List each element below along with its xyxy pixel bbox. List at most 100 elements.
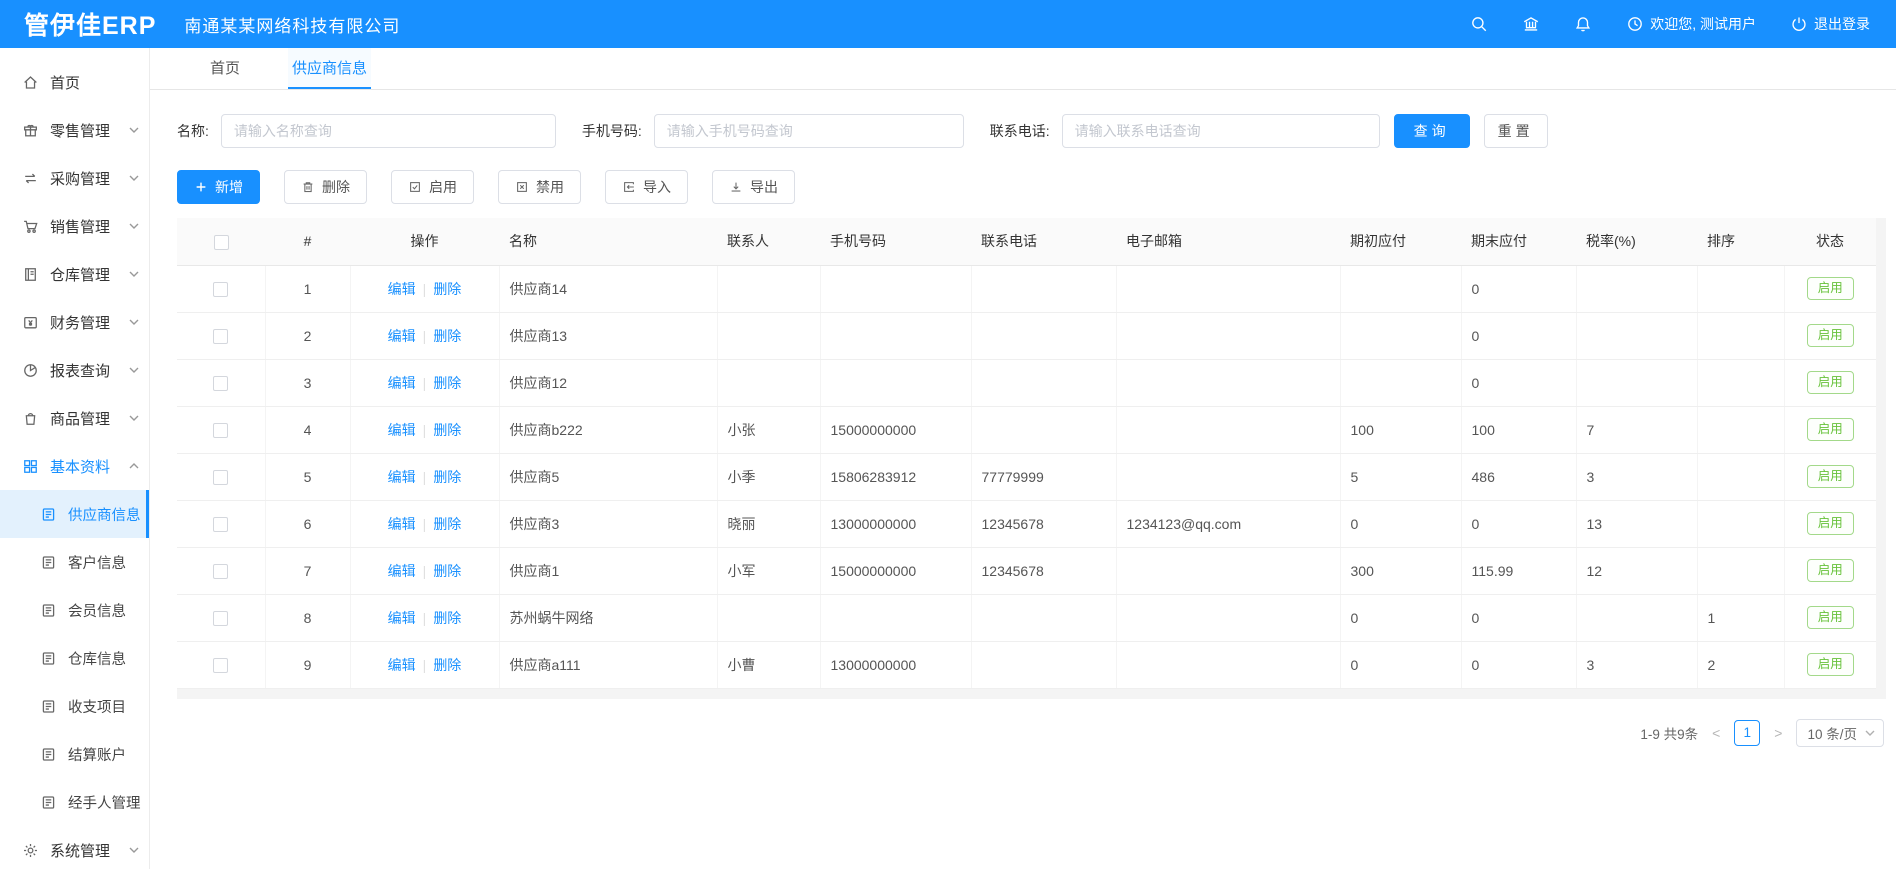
cell-sort — [1697, 265, 1784, 312]
delete-link[interactable]: 删除 — [433, 610, 461, 626]
column-header: # — [265, 218, 350, 265]
delete-link[interactable]: 删除 — [433, 328, 461, 344]
status-badge: 启用 — [1807, 465, 1854, 488]
table-header-row: #操作名称联系人手机号码联系电话电子邮箱期初应付期末应付税率(%)排序状态 — [177, 218, 1876, 265]
delete-link[interactable]: 删除 — [433, 516, 461, 532]
vertical-scrollbar[interactable] — [1876, 218, 1886, 689]
page-size-select[interactable]: 10 条/页 — [1796, 719, 1884, 747]
sidebar-item-income-expense[interactable]: 收支项目 — [0, 682, 149, 730]
chevron-down-icon — [129, 127, 139, 133]
phone-filter-input[interactable] — [654, 114, 964, 148]
sidebar-item-warehouse-mgmt[interactable]: 仓库管理 — [0, 250, 149, 298]
welcome-user[interactable]: 欢迎您, 测试用户 — [1626, 14, 1756, 34]
sidebar-item-system-mgmt[interactable]: 系统管理 — [0, 826, 149, 869]
row-checkbox[interactable] — [213, 470, 228, 485]
trash-icon — [301, 180, 315, 194]
edit-link[interactable]: 编辑 — [388, 469, 416, 485]
enable-button[interactable]: 启用 — [391, 170, 474, 204]
bell-icon[interactable] — [1574, 15, 1592, 33]
cell-contact — [717, 265, 820, 312]
prev-page-button[interactable]: < — [1710, 725, 1722, 741]
tab-home[interactable]: 首页 — [206, 48, 244, 89]
table-row: 4编辑|删除供应商b222小张150000000001001007启用 — [177, 406, 1876, 453]
chevron-down-icon — [129, 223, 139, 229]
toolbar-button-label: 删除 — [322, 177, 350, 197]
edit-link[interactable]: 编辑 — [388, 422, 416, 438]
sidebar-item-member-info[interactable]: 会员信息 — [0, 586, 149, 634]
search-icon[interactable] — [1470, 15, 1488, 33]
sidebar-item-goods-mgmt[interactable]: 商品管理 — [0, 394, 149, 442]
edit-link[interactable]: 编辑 — [388, 610, 416, 626]
sidebar-item-label: 结算账户 — [68, 744, 139, 765]
sidebar-item-sales-mgmt[interactable]: 销售管理 — [0, 202, 149, 250]
cell-opening — [1340, 312, 1461, 359]
next-page-button[interactable]: > — [1772, 725, 1784, 741]
edit-link[interactable]: 编辑 — [388, 516, 416, 532]
delete-link[interactable]: 删除 — [433, 375, 461, 391]
row-checkbox[interactable] — [213, 329, 228, 344]
sidebar-item-label: 客户信息 — [68, 552, 139, 573]
toolbar-button-label: 禁用 — [536, 177, 564, 197]
row-checkbox[interactable] — [213, 517, 228, 532]
page-number-1[interactable]: 1 — [1734, 720, 1760, 746]
cell-sort — [1697, 547, 1784, 594]
edit-link[interactable]: 编辑 — [388, 281, 416, 297]
reset-button[interactable]: 重置 — [1484, 114, 1548, 148]
row-index: 5 — [265, 453, 350, 500]
sidebar-item-handler-mgmt[interactable]: 经手人管理 — [0, 778, 149, 826]
edit-link[interactable]: 编辑 — [388, 328, 416, 344]
sidebar-item-finance-mgmt[interactable]: 财务管理 — [0, 298, 149, 346]
sidebar-item-home[interactable]: 首页 — [0, 58, 149, 106]
edit-link[interactable]: 编辑 — [388, 375, 416, 391]
delete-link[interactable]: 删除 — [433, 563, 461, 579]
row-checkbox[interactable] — [213, 423, 228, 438]
delete-button[interactable]: 删除 — [284, 170, 367, 204]
logout-button[interactable]: 退出登录 — [1790, 14, 1870, 34]
sidebar-item-warehouse-info[interactable]: 仓库信息 — [0, 634, 149, 682]
disable-button[interactable]: 禁用 — [498, 170, 581, 204]
sidebar-item-retail-mgmt[interactable]: 零售管理 — [0, 106, 149, 154]
basic-icon — [22, 458, 39, 475]
import-button[interactable]: 导入 — [605, 170, 688, 204]
row-checkbox[interactable] — [213, 658, 228, 673]
horizontal-scrollbar[interactable] — [177, 689, 1886, 699]
sidebar-item-report-query[interactable]: 报表查询 — [0, 346, 149, 394]
name-filter-input[interactable] — [221, 114, 556, 148]
doc-icon — [40, 698, 57, 715]
delete-link[interactable]: 删除 — [433, 281, 461, 297]
select-all-checkbox[interactable] — [214, 235, 229, 250]
delete-link[interactable]: 删除 — [433, 469, 461, 485]
tab-supplier-info[interactable]: 供应商信息 — [288, 48, 371, 89]
sidebar-item-purchase-mgmt[interactable]: 采购管理 — [0, 154, 149, 202]
sidebar-item-settlement-account[interactable]: 结算账户 — [0, 730, 149, 778]
column-header: 联系电话 — [971, 218, 1116, 265]
row-checkbox[interactable] — [213, 282, 228, 297]
row-index: 1 — [265, 265, 350, 312]
delete-link[interactable]: 删除 — [433, 422, 461, 438]
row-checkbox[interactable] — [213, 376, 228, 391]
toolbar: 新增 删除 启用 禁用 导入导出 — [177, 170, 1896, 204]
cell-tel — [971, 594, 1116, 641]
sidebar-item-customer-info[interactable]: 客户信息 — [0, 538, 149, 586]
sidebar-item-label: 供应商信息 — [68, 504, 141, 525]
export-button[interactable]: 导出 — [712, 170, 795, 204]
column-header: 期初应付 — [1340, 218, 1461, 265]
row-index: 9 — [265, 641, 350, 688]
sidebar-item-label: 仓库管理 — [50, 264, 127, 285]
row-checkbox[interactable] — [213, 564, 228, 579]
edit-link[interactable]: 编辑 — [388, 563, 416, 579]
bank-icon[interactable] — [1522, 15, 1540, 33]
company-name: 南通某某网络科技有限公司 — [184, 12, 400, 37]
tel-filter-input[interactable] — [1062, 114, 1380, 148]
edit-link[interactable]: 编辑 — [388, 657, 416, 673]
sidebar-item-supplier-info[interactable]: 供应商信息 — [0, 490, 149, 538]
search-button[interactable]: 查询 — [1394, 114, 1470, 148]
sidebar-item-basic-data[interactable]: 基本资料 — [0, 442, 149, 490]
row-actions: 编辑|删除 — [350, 406, 499, 453]
cell-contact — [717, 594, 820, 641]
delete-link[interactable]: 删除 — [433, 657, 461, 673]
row-checkbox[interactable] — [213, 611, 228, 626]
add-button[interactable]: 新增 — [177, 170, 260, 204]
column-header: 电子邮箱 — [1116, 218, 1340, 265]
logout-text: 退出登录 — [1814, 14, 1870, 34]
